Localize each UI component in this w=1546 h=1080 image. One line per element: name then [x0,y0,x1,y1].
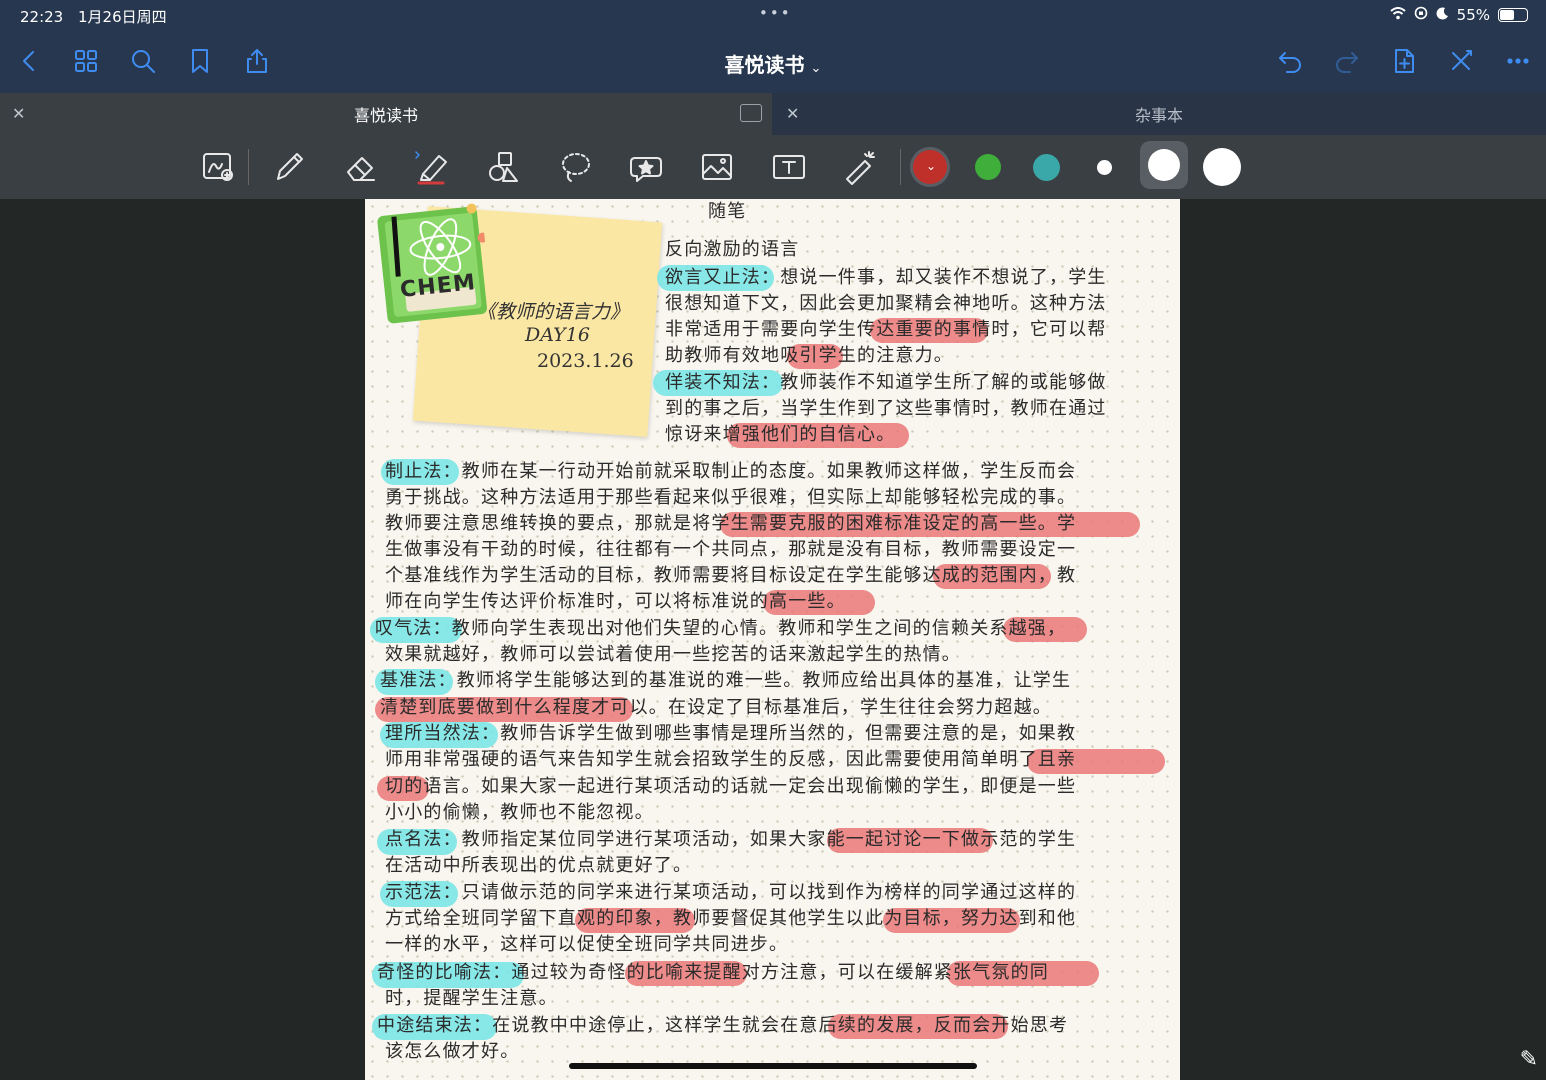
note-subheading: 反向激励的语言 [665,239,800,260]
text-tool[interactable] [767,145,811,189]
color-swatch-red[interactable]: ⌄ [910,147,950,187]
note-line: 效果就越好，教师可以尝试着使用一些挖苦的话来激起学生的热情。 [385,644,961,665]
search-button[interactable] [126,44,160,78]
note-line: 基准法：教师将学生能够达到的基准说的难一些。教师应给出具体的基准，让学生 [380,670,1072,691]
note-line: 教师要注意思维转换的要点，那就是将学生需要克服的困难标准设定的高一些。学 [385,513,1077,534]
note-line: 到的事之后，当学生作到了这些事情时，教师在通过 [665,398,1107,419]
split-view-icon[interactable] [740,104,762,122]
note-line: 在活动中所表现出的优点就更好了。 [385,855,693,876]
note-line: 叹气法：教师向学生表现出对他们失望的心情。教师和学生之间的信赖关系越强， [375,618,1067,639]
close-editing-button[interactable] [1444,44,1478,78]
battery-fill [1500,10,1514,20]
undo-button[interactable] [1273,44,1307,78]
pencil-indicator-icon: ✎ [1519,1047,1538,1072]
size-medium-dot [1148,149,1180,181]
note-line: 欲言又止法：想说一件事，却又装作不想说了，学生 [665,267,1107,288]
bookmark-button[interactable] [183,44,217,78]
note-line: 佯装不知法：教师装作不知道学生所了解的或能够做 [665,372,1107,393]
pen-tool[interactable] [267,145,311,189]
note-line: 小小的偷懒，教师也不能忽视。 [385,802,654,823]
chevron-down-icon: ⌄ [810,61,822,76]
shapes-tool[interactable] [482,145,526,189]
multitasking-dots[interactable]: ••• [759,4,792,22]
home-indicator[interactable] [569,1063,977,1069]
note-line: 助教师有效地吸引学生的注意力。 [665,345,953,366]
more-button[interactable] [1501,44,1535,78]
close-tab-icon[interactable]: ✕ [786,104,799,123]
note-line: 师在向学生传达评价标准时，可以将标准说的高一些。 [385,591,846,612]
chem-sticker [371,199,493,328]
note-line: 个基准线作为学生活动的目标，教师需要将目标设定在学生能够达成的范围内，教 [385,565,1077,586]
sticker-tool[interactable] [624,145,668,189]
note-heading: 随笔 [708,201,747,222]
note-line: 生做事没有干劲的时候，往往都有一个共同点，那就是没有目标，教师需要设定一 [385,539,1077,560]
size-small[interactable] [1097,160,1112,175]
tab-xiyue-dushu[interactable]: 喜悦读书 [0,93,772,135]
color-swatch-teal[interactable] [1033,154,1060,181]
note-line: 点名法：教师指定某位同学进行某项活动，如果大家能一起讨论一下做示范的学生 [385,829,1077,850]
note-line: 方式给全班同学留下直观的印象，教师要督促其他学生以此为目标，努力达到和他 [385,908,1077,929]
separator [900,149,901,185]
grid-view-button[interactable] [69,44,103,78]
note-line: 该怎么做才好。 [385,1041,520,1062]
wifi-icon [1390,6,1406,24]
status-date: 1月26日周四 [78,8,167,26]
tab-label: 杂事本 [1134,106,1183,125]
date-label: 2023.1.26 [537,350,634,372]
share-button[interactable] [240,44,274,78]
size-medium-selected[interactable] [1140,141,1188,189]
tab-bar: 喜悦读书 ✕ 杂事本 ✕ [0,93,1546,135]
zoom-window-tool[interactable] [196,145,240,189]
document-title-text: 喜悦读书 [724,53,805,77]
status-time: 22:23 1月26日周四 [20,6,167,27]
battery-percent: 55% [1456,6,1490,24]
redo-button[interactable] [1330,44,1364,78]
note-line: 时，提醒学生注意。 [385,988,558,1009]
note-line: 非常适用于需要向学生传达重要的事情时，它可以帮 [665,319,1107,340]
chevron-down-icon: ⌄ [926,159,937,173]
size-large[interactable] [1203,148,1241,186]
note-line: 师用非常强硬的语气来告知学生就会招致学生的反感，因此需要使用简单明了且亲 [385,749,1077,770]
note-line: 制止法：教师在某一行动开始前就采取制止的态度。如果教师这样做，学生反而会 [385,461,1077,482]
moon-icon [1436,6,1449,24]
note-line: 奇怪的比喻法：通过较为奇怪的比喻来提醒对方注意，可以在缓解紧张气氛的同 [377,962,1049,983]
note-line: 中途结束法：在说教中中途停止，这样学生就会在意后续的发展，反而会开始思考 [377,1015,1069,1036]
notebook-page[interactable]: CHEM 《教师的语言力》 DAY16 2023.1.26 随笔 反向激励的语言… [365,199,1180,1080]
close-tab-icon[interactable]: ✕ [12,104,25,123]
battery-icon [1498,8,1528,22]
separator [248,149,249,185]
back-button[interactable] [12,44,46,78]
note-line: 理所当然法：教师告诉学生做到哪些事情是理所当然的，但需要注意的是，如果教 [385,723,1077,744]
eraser-tool[interactable] [339,145,383,189]
add-page-button[interactable] [1387,44,1421,78]
color-swatch-green[interactable] [975,154,1001,180]
book-title: 《教师的语言力》 [477,301,630,323]
highlighter-tool[interactable] [410,145,454,189]
note-line: 惊讶来增强他们的自信心。 [665,424,896,445]
note-line: 勇于挑战。这种方法适用于那些看起来似乎很难，但实际上却能够轻松完成的事。 [385,487,1077,508]
image-tool[interactable] [695,145,739,189]
tab-zashi-ben[interactable]: 杂事本 [772,93,1546,135]
note-line: 示范法：只请做示范的同学来进行某项活动，可以找到作为榜样的同学通过这样的 [385,882,1077,903]
status-right: 55% [1390,6,1528,24]
note-line: 清楚到底要做到什么程度才可以。在设定了目标基准后，学生往往会努力超越。 [380,697,1052,718]
tool-bar: ⌄ [0,135,1546,199]
top-bar: 22:23 1月26日周四 ••• 55% 喜悦读书 ⌄ [0,0,1546,93]
rotation-lock-icon [1414,6,1428,24]
note-line: 很想知道下文，因此会更加聚精会神地听。这种方法 [665,293,1107,314]
laser-pointer-tool[interactable] [838,145,882,189]
clock: 22:23 [20,8,64,26]
document-title[interactable]: 喜悦读书 ⌄ [0,49,1546,78]
note-line: 一样的水平，这样可以促使全班同学共同进步。 [385,934,789,955]
lasso-tool[interactable] [553,145,597,189]
tab-label: 喜悦读书 [353,106,418,125]
day-label: DAY16 [525,324,590,346]
note-line: 切的语言。如果大家一起进行某项活动的话就一定会出现偷懒的学生，即便是一些 [385,776,1077,797]
